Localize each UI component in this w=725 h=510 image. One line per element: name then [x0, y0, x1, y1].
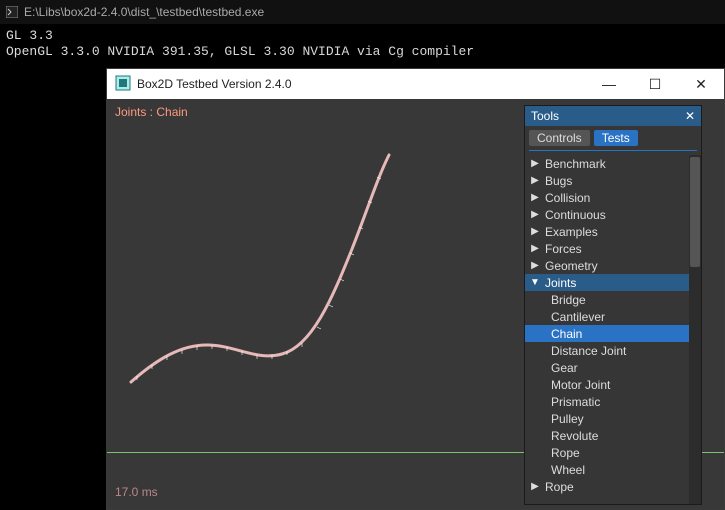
- app-icon: [115, 75, 131, 94]
- tree-item[interactable]: Bridge: [525, 291, 689, 308]
- tree-category[interactable]: ▶ Geometry: [525, 257, 689, 274]
- tree-item-label: Bridge: [551, 293, 586, 307]
- chevron-right-icon: ▶: [529, 481, 541, 492]
- window-title: Box2D Testbed Version 2.4.0: [137, 77, 292, 91]
- tree-item-label: Prismatic: [551, 395, 600, 409]
- tree-item[interactable]: Pulley: [525, 410, 689, 427]
- tree-item-label: Gear: [551, 361, 578, 375]
- tree-item-label: Chain: [551, 327, 582, 341]
- tree-category[interactable]: ▶ Collision: [525, 189, 689, 206]
- tools-tabs: Controls Tests: [525, 126, 701, 146]
- chevron-right-icon: ▶: [529, 209, 541, 220]
- tree-item[interactable]: Wheel: [525, 461, 689, 478]
- tree-item-label: Motor Joint: [551, 378, 610, 392]
- tree-item[interactable]: Distance Joint: [525, 342, 689, 359]
- tools-panel: Tools ✕ Controls Tests ▶ Benchmark ▶ Bugs ▶ C…: [524, 105, 702, 505]
- tree-item-label: Wheel: [551, 463, 585, 477]
- tree-scrollbar[interactable]: [689, 155, 701, 504]
- chevron-right-icon: ▶: [529, 192, 541, 203]
- chevron-right-icon: ▶: [529, 158, 541, 169]
- tools-title: Tools: [531, 109, 559, 123]
- chevron-down-icon: ▼: [529, 277, 541, 288]
- scene-viewport[interactable]: Joints : Chain: [107, 99, 724, 509]
- tree-category-label: Rope: [545, 480, 574, 494]
- tree-category-label: Continuous: [545, 208, 606, 222]
- tree-item[interactable]: Rope: [525, 444, 689, 461]
- tests-tree: ▶ Benchmark ▶ Bugs ▶ Collision ▶ Continuous ▶ Exa…: [525, 155, 701, 504]
- tree-category-label: Examples: [545, 225, 598, 239]
- tools-close-icon[interactable]: ✕: [685, 109, 695, 123]
- tree-category[interactable]: ▶ Forces: [525, 240, 689, 257]
- tree-item[interactable]: Gear: [525, 359, 689, 376]
- tree-scrollbar-thumb[interactable]: [690, 157, 700, 267]
- tree-item[interactable]: Cantilever: [525, 308, 689, 325]
- tree-item[interactable]: Motor Joint: [525, 376, 689, 393]
- tree-category-label: Collision: [545, 191, 590, 205]
- testbed-window: Box2D Testbed Version 2.4.0 — ☐ ✕ Joints…: [106, 68, 725, 510]
- tree-item-label: Pulley: [551, 412, 584, 426]
- tree-item-label: Cantilever: [551, 310, 605, 324]
- tree-category-label: Benchmark: [545, 157, 606, 171]
- tree-category-label: Joints: [545, 276, 576, 290]
- tree-category-label: Forces: [545, 242, 582, 256]
- console-path: E:\Libs\box2d-2.4.0\dist_\testbed\testbe…: [24, 5, 264, 19]
- console-icon: [6, 6, 18, 18]
- console-titlebar[interactable]: E:\Libs\box2d-2.4.0\dist_\testbed\testbe…: [0, 0, 725, 24]
- console-output: GL 3.3 OpenGL 3.3.0 NVIDIA 391.35, GLSL …: [0, 24, 725, 65]
- tab-tests[interactable]: Tests: [594, 130, 638, 146]
- tree-item[interactable]: Chain: [525, 325, 689, 342]
- tree-category-label: Bugs: [545, 174, 572, 188]
- tree-category[interactable]: ▶ Benchmark: [525, 155, 689, 172]
- close-button[interactable]: ✕: [678, 69, 724, 99]
- minimize-button[interactable]: —: [586, 69, 632, 99]
- tree-category-label: Geometry: [545, 259, 598, 273]
- tree-category[interactable]: ▶ Continuous: [525, 206, 689, 223]
- chevron-right-icon: ▶: [529, 260, 541, 271]
- tab-underline: [529, 150, 697, 151]
- tab-controls[interactable]: Controls: [529, 130, 590, 146]
- tree-category[interactable]: ▶ Examples: [525, 223, 689, 240]
- maximize-button[interactable]: ☐: [632, 69, 678, 99]
- tree-item-label: Rope: [551, 446, 580, 460]
- window-titlebar[interactable]: Box2D Testbed Version 2.4.0 — ☐ ✕: [107, 69, 724, 99]
- chevron-right-icon: ▶: [529, 243, 541, 254]
- chevron-right-icon: ▶: [529, 175, 541, 186]
- tools-header[interactable]: Tools ✕: [525, 106, 701, 126]
- tree-item-label: Revolute: [551, 429, 598, 443]
- tree-item[interactable]: Prismatic: [525, 393, 689, 410]
- tree-category[interactable]: ▼ Joints: [525, 274, 689, 291]
- tree-category[interactable]: ▶ Rope: [525, 478, 689, 495]
- tree-category[interactable]: ▶ Bugs: [525, 172, 689, 189]
- chevron-right-icon: ▶: [529, 226, 541, 237]
- frametime-label: 17.0 ms: [115, 485, 158, 499]
- tree-item[interactable]: Revolute: [525, 427, 689, 444]
- tree-item-label: Distance Joint: [551, 344, 626, 358]
